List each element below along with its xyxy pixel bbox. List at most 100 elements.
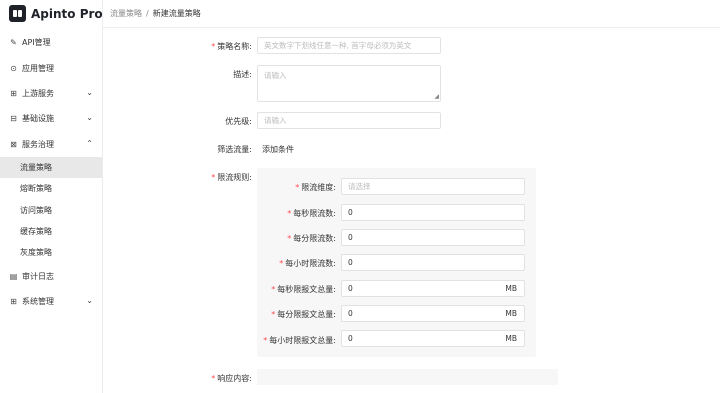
policy-name-input[interactable]: 英文数字下划线任意一种, 首字母必须为英文 [257, 37, 441, 54]
sidebar-subitem-cache-policy[interactable]: 缓存策略 [0, 221, 102, 242]
dimension-label-text: 限流维度: [301, 183, 336, 192]
unit-suffix: MB [505, 309, 517, 318]
sidebar-item-api[interactable]: ✎ API管理 [0, 32, 102, 53]
sidebar-item-upstream[interactable]: ⊞ 上游服务 ⌄ [0, 83, 102, 104]
sidebar-item-governance[interactable]: ⊠ 服务治理 ⌃ [0, 134, 102, 155]
sidebar-item-system[interactable]: ⊞ 系统管理 ⌄ [0, 291, 102, 312]
description-label: 描述: [233, 70, 252, 79]
description-textarea[interactable]: 请输入 ◢ [257, 65, 441, 102]
sidebar-subitem-label: 缓存策略 [20, 227, 52, 236]
per-second-count-value: 0 [348, 208, 353, 217]
chevron-down-icon: ⌄ [86, 113, 93, 122]
app-name: Apinto Pro [31, 6, 103, 21]
per-hour-size-value: 0 [348, 334, 353, 343]
api-icon: ✎ [10, 38, 17, 47]
required-mark: * [271, 285, 276, 294]
per-hour-count-value: 0 [348, 258, 353, 267]
required-mark: * [211, 173, 216, 182]
chevron-down-icon: ⌄ [86, 296, 93, 305]
per-hour-count-label: * 每小时限流数: [279, 258, 336, 269]
dimension-placeholder: 请选择 [348, 182, 371, 191]
per-hour-count-label-text: 每小时限流数: [285, 259, 336, 268]
dimension-select[interactable]: 请选择 [341, 178, 525, 195]
per-minute-size-input[interactable]: 0 MB [341, 305, 525, 322]
sidebar-item-label: 审计日志 [22, 272, 54, 281]
per-hour-size-label-text: 每小时限报文总量: [269, 336, 336, 345]
per-second-size-input[interactable]: 0 MB [341, 280, 525, 297]
apinto-logo-icon [9, 5, 26, 22]
sidebar-subitem-grayscale-policy[interactable]: 灰度策略 [0, 242, 102, 263]
unit-suffix: MB [505, 284, 517, 293]
sidebar-subitem-label: 灰度策略 [20, 248, 52, 257]
sidebar-item-label: 系统管理 [22, 297, 54, 306]
per-minute-size-value: 0 [348, 309, 353, 318]
per-minute-count-value: 0 [348, 233, 353, 242]
governance-icon: ⊠ [10, 140, 17, 149]
system-icon: ⊞ [10, 297, 17, 306]
policy-name-label: * 策略名称: [211, 41, 252, 52]
breadcrumb-separator: / [146, 9, 149, 18]
required-mark: * [279, 259, 284, 268]
required-mark: * [287, 209, 292, 218]
per-minute-size-label-text: 每分限报文总量: [277, 310, 336, 319]
required-mark: * [295, 183, 300, 192]
required-mark: * [287, 234, 292, 243]
sidebar-item-label: 服务治理 [22, 140, 54, 149]
per-minute-count-label: * 每分限流数: [287, 233, 336, 244]
audit-log-icon: ▤ [9, 272, 18, 281]
per-hour-size-input[interactable]: 0 MB [341, 330, 525, 347]
sidebar-item-label: API管理 [22, 38, 51, 47]
per-second-count-input[interactable]: 0 [341, 204, 525, 221]
sidebar-item-infrastructure[interactable]: ⊟ 基础设施 ⌄ [0, 108, 102, 129]
required-mark: * [211, 42, 216, 51]
per-second-size-value: 0 [348, 284, 353, 293]
breadcrumb-parent-link[interactable]: 流量策略 [110, 8, 142, 19]
upstream-icon: ⊞ [10, 89, 17, 98]
priority-label: 优先级: [225, 117, 252, 126]
sidebar-subitem-label: 熔断策略 [20, 184, 52, 193]
required-mark: * [211, 374, 216, 383]
priority-placeholder: 请输入 [264, 116, 287, 125]
sidebar-item-audit-log[interactable]: ▤ 审计日志 [0, 266, 102, 287]
sidebar-subitem-circuit-breaker[interactable]: 熔断策略 [0, 178, 102, 199]
per-minute-size-label: * 每分限报文总量: [271, 309, 336, 320]
per-minute-count-input[interactable]: 0 [341, 229, 525, 246]
response-content-label: * 响应内容: [211, 373, 252, 384]
app-icon: ⊙ [10, 64, 17, 73]
priority-input[interactable]: 请输入 [257, 112, 441, 129]
per-hour-size-label: * 每小时限报文总量: [263, 335, 336, 346]
response-content-panel [257, 369, 558, 385]
policy-name-label-text: 策略名称: [217, 42, 252, 51]
breadcrumb: 流量策略 / 新建流量策略 [103, 0, 720, 28]
per-second-count-label: * 每秒限流数: [287, 208, 336, 219]
per-hour-count-input[interactable]: 0 [341, 254, 525, 271]
response-content-label-text: 响应内容: [217, 374, 252, 383]
sidebar-subitem-access-policy[interactable]: 访问策略 [0, 200, 102, 221]
sidebar-item-apps[interactable]: ⊙ 应用管理 [0, 58, 102, 79]
unit-suffix: MB [505, 334, 517, 343]
rate-limit-rules-label: * 限流规则: [211, 172, 252, 183]
sidebar-item-label: 基础设施 [22, 114, 54, 123]
sidebar-item-label: 上游服务 [22, 89, 54, 98]
infrastructure-icon: ⊟ [10, 114, 17, 123]
required-mark: * [271, 310, 276, 319]
per-minute-count-label-text: 每分限流数: [293, 234, 336, 243]
resize-handle-icon[interactable]: ◢ [434, 94, 439, 100]
per-second-size-label: * 每秒限报文总量: [271, 284, 336, 295]
chevron-up-icon: ⌃ [86, 139, 93, 148]
sidebar-subitem-traffic-policy[interactable]: 流量策略 [0, 157, 102, 178]
sidebar-subitem-label: 流量策略 [20, 163, 52, 172]
sidebar-item-label: 应用管理 [22, 64, 54, 73]
chevron-down-icon: ⌄ [86, 88, 93, 97]
sidebar-subitem-label: 访问策略 [20, 206, 52, 215]
filter-label: 筛选流量: [217, 145, 252, 154]
per-second-count-label-text: 每秒限流数: [293, 209, 336, 218]
required-mark: * [263, 336, 268, 345]
add-condition-button[interactable]: 添加条件 [262, 144, 294, 155]
breadcrumb-current: 新建流量策略 [152, 9, 201, 18]
rate-limit-rules-label-text: 限流规则: [217, 173, 252, 182]
dimension-label: * 限流维度: [295, 182, 336, 193]
app-logo[interactable]: Apinto Pro [9, 5, 103, 22]
description-placeholder: 请输入 [264, 71, 287, 80]
policy-name-placeholder: 英文数字下划线任意一种, 首字母必须为英文 [264, 41, 412, 50]
